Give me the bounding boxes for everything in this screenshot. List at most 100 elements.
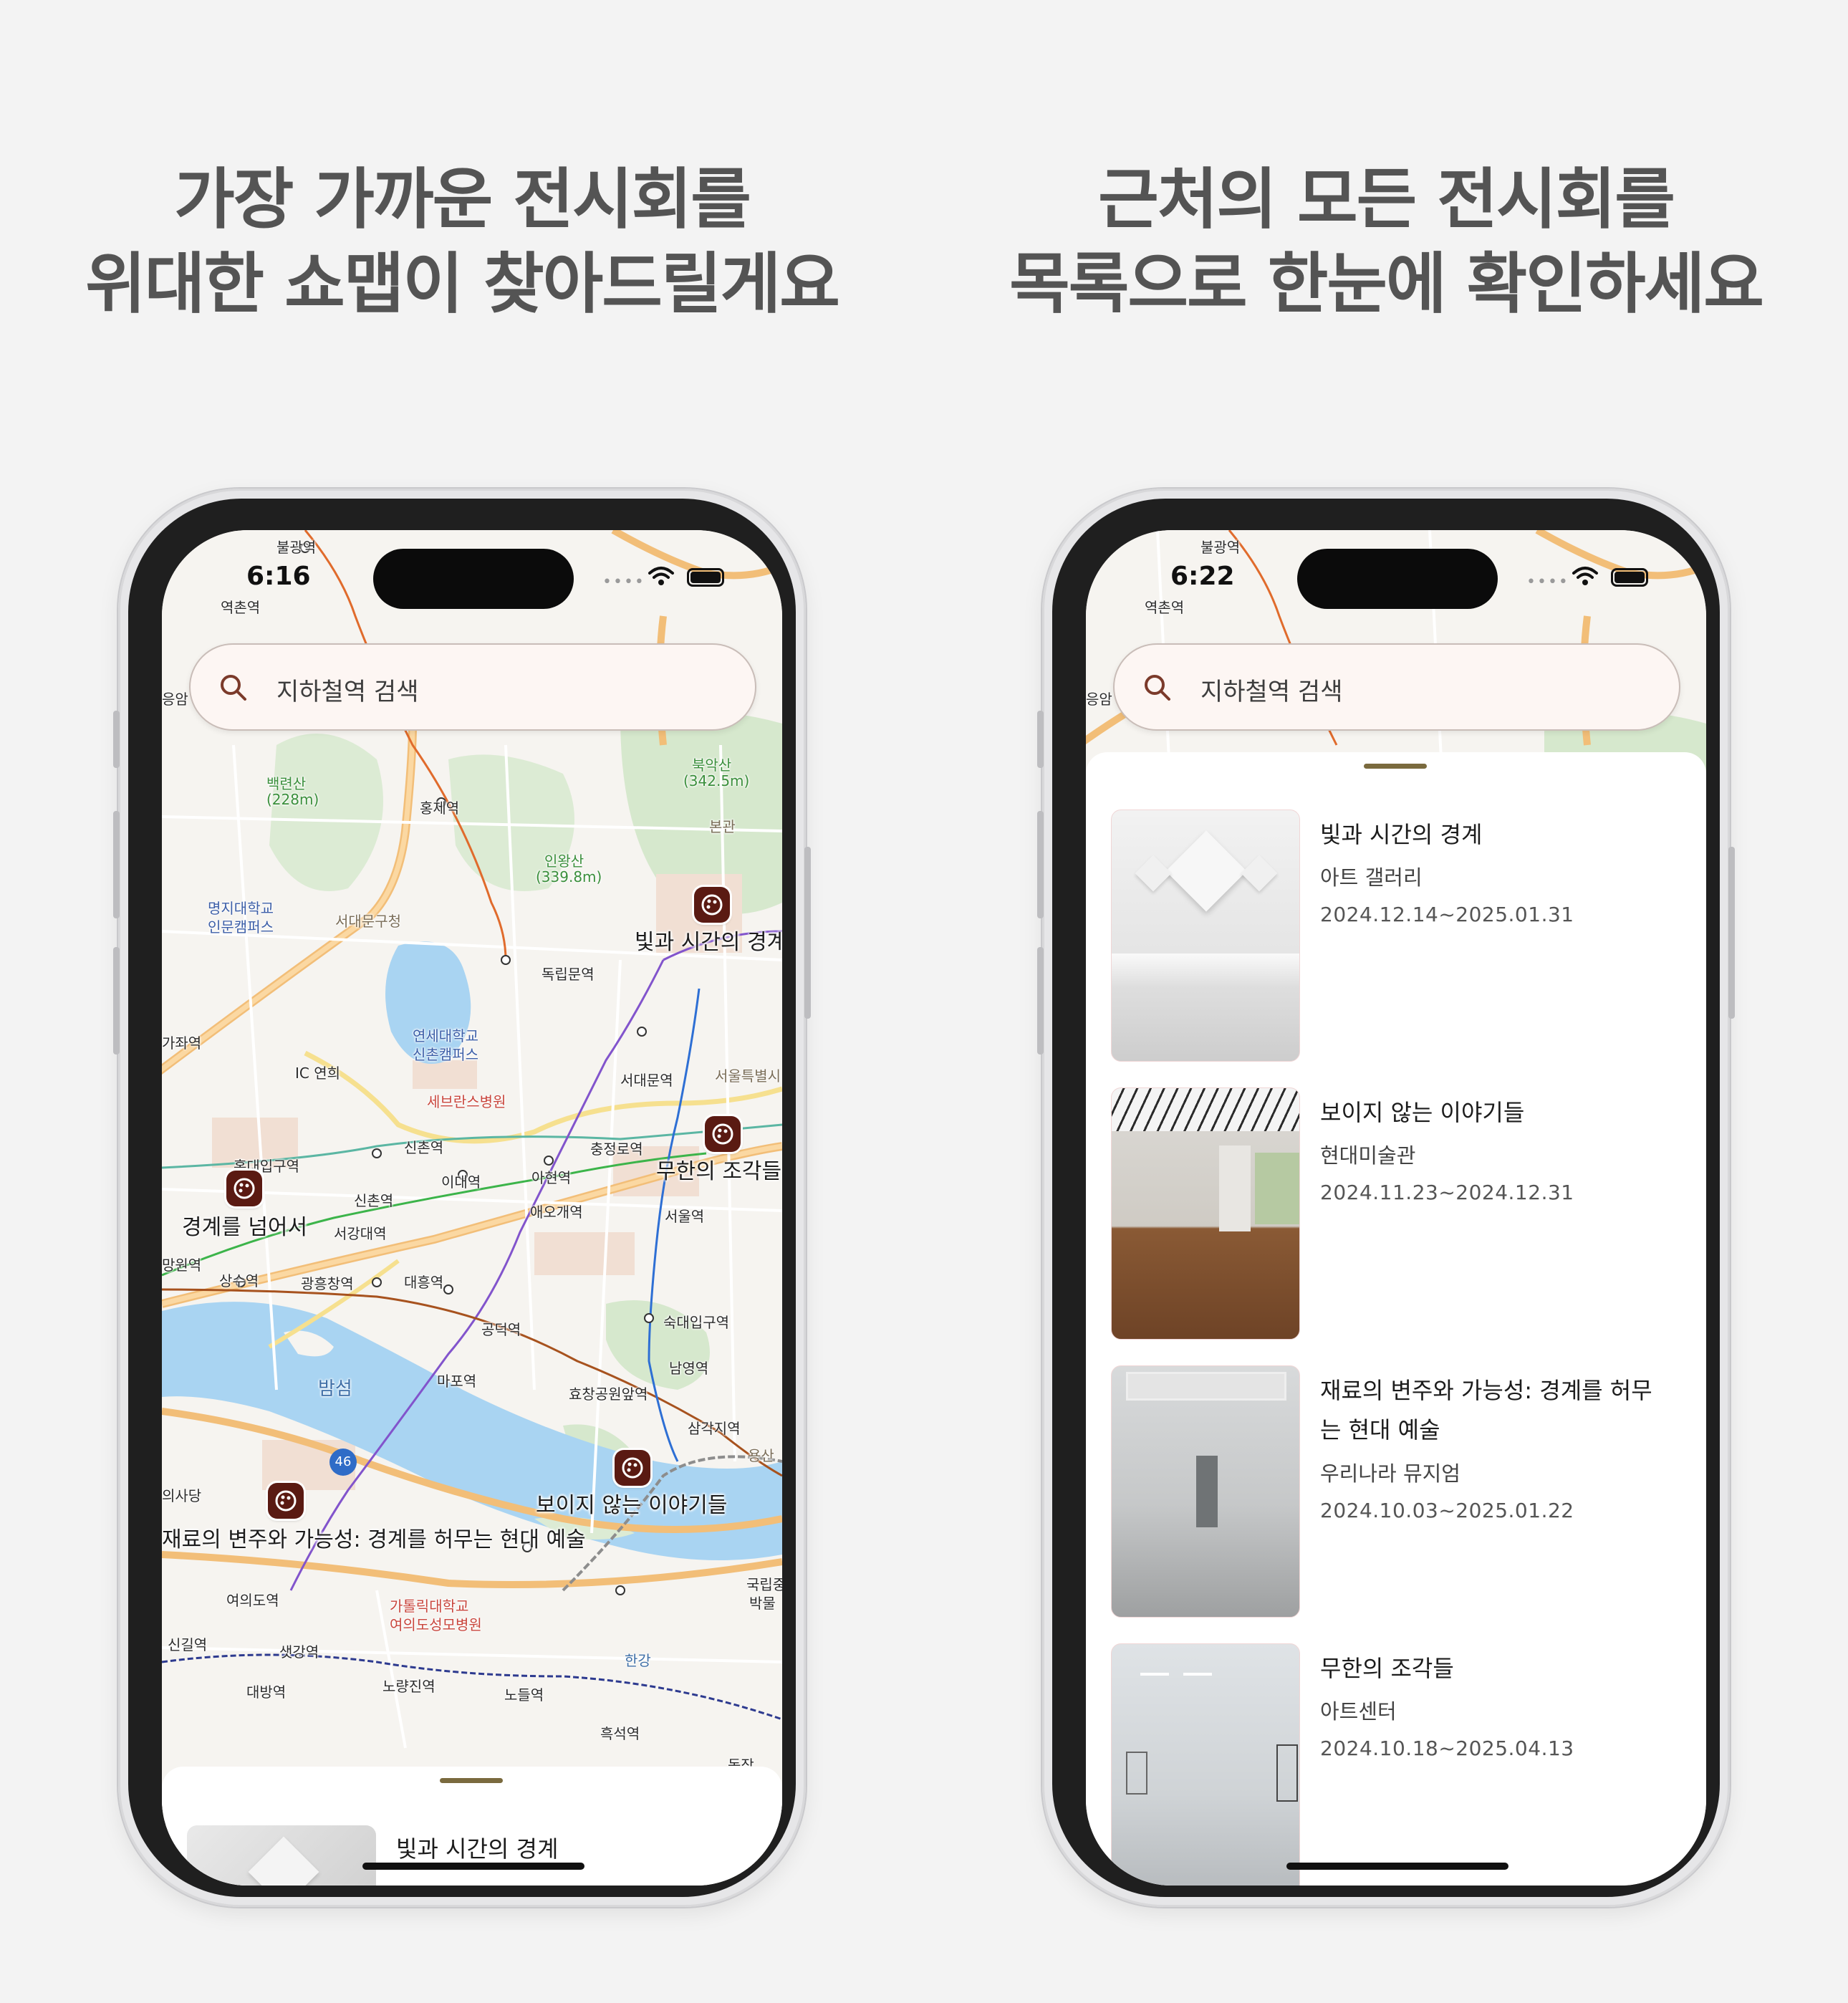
exhibition-marker-label-4[interactable]: 보이지 않는 이야기들 bbox=[536, 1487, 727, 1519]
map-label-baengnyeonsan-height: (228m) bbox=[266, 791, 319, 808]
map-label-eungam: 응암 bbox=[162, 691, 188, 708]
map-label-gajwa: 가좌역 bbox=[162, 1034, 202, 1052]
map-label-yonsei: 연세대학교 bbox=[413, 1027, 478, 1044]
map-label-bulgwang: 불광역 bbox=[1200, 539, 1241, 556]
map-label-hyochang: 효창공원앞역 bbox=[569, 1385, 648, 1403]
map-label-ic: IC 연희 bbox=[295, 1065, 341, 1082]
phone-bezel: 불광역 역촌역 응암 백련산 (228m) 홍제역 인왕산 (339.8m) 북… bbox=[128, 499, 796, 1897]
exhibition-marker-label-5[interactable]: 재료의 변주와 가능성: 경계를 허무는 현대 예술 bbox=[162, 1522, 586, 1553]
exhibition-title[interactable]: 보이지 않는 이야기들 bbox=[1320, 1093, 1671, 1133]
signal-icon: •••• bbox=[602, 573, 645, 591]
exhibition-title[interactable]: 빛과 시간의 경계 bbox=[1320, 815, 1671, 855]
exhibition-thumbnail[interactable] bbox=[1111, 1643, 1300, 1886]
exhibition-marker-label-2[interactable]: 무한의 조각들 bbox=[656, 1153, 781, 1185]
map-label-yeokchon: 역촌역 bbox=[1145, 599, 1185, 616]
map-label-bulgwang: 불광역 bbox=[276, 539, 317, 556]
exhibition-card[interactable]: 보이지 않는 이야기들 현대미술관 2024.11.23~2024.12.31 bbox=[1111, 1087, 1670, 1340]
map-label-gongdeok: 공덕역 bbox=[481, 1321, 521, 1338]
volume-up-button bbox=[1037, 811, 1044, 918]
search-icon bbox=[1145, 675, 1170, 701]
exhibition-thumbnail[interactable] bbox=[187, 1825, 376, 1886]
exhibition-card[interactable]: 무한의 조각들 아트센터 2024.10.18~2025.04.13 bbox=[1111, 1643, 1670, 1886]
volume-down-button bbox=[113, 947, 120, 1055]
exhibition-marker-5[interactable] bbox=[268, 1483, 304, 1519]
exhibition-thumbnail[interactable] bbox=[1111, 1087, 1300, 1340]
exhibition-title[interactable]: 재료의 변주와 가능성: 경계를 허무는 현대 예술 bbox=[1320, 1371, 1671, 1450]
map-label-yeokchon: 역촌역 bbox=[221, 599, 261, 616]
phone-bezel: 불광역 역촌역 응암 6:22 •••• 지하철역 검색 빛과 시간의 경계 아… bbox=[1052, 499, 1720, 1897]
map-label-nodeul: 노들역 bbox=[504, 1686, 544, 1704]
map-label-seogang: 서강대역 bbox=[334, 1225, 387, 1242]
map-label-baengnyeonsan: 백련산 bbox=[266, 775, 307, 792]
dynamic-island bbox=[373, 549, 574, 609]
map-label-singil: 신길역 bbox=[168, 1636, 208, 1653]
phone-frame-right: 불광역 역촌역 응암 6:22 •••• 지하철역 검색 빛과 시간의 경계 아… bbox=[1037, 489, 1735, 1907]
map-label-catholic: 가톨릭대학교 bbox=[390, 1598, 469, 1615]
battery-icon bbox=[687, 568, 724, 587]
map-label-bugaksan-height: (342.5m) bbox=[683, 772, 750, 789]
exhibition-card[interactable]: 빛과 시간의 경계 아트 갤러리 2024.12.14~2025.01.31 bbox=[1111, 810, 1670, 1062]
search-input[interactable]: 지하철역 검색 bbox=[1200, 672, 1343, 707]
sheet-drag-handle[interactable] bbox=[1364, 764, 1427, 769]
map-label-seodaemun: 서대문역 bbox=[620, 1072, 673, 1089]
exhibition-venue: 아트센터 bbox=[1320, 1699, 1397, 1724]
map-label-national-museum: 국립중 bbox=[746, 1576, 782, 1593]
map-label-seoul: 서울역 bbox=[665, 1208, 705, 1225]
exhibition-title[interactable]: 빛과 시간의 경계 bbox=[396, 1831, 558, 1864]
map-label-myongji: 명지대학교 bbox=[208, 900, 274, 917]
volume-up-button bbox=[113, 811, 120, 918]
map-label-severance: 세브란스병원 bbox=[427, 1093, 506, 1110]
search-input[interactable]: 지하철역 검색 bbox=[276, 672, 419, 707]
wifi-icon bbox=[1572, 567, 1598, 585]
map-label-seoulcity: 서울특별시 bbox=[715, 1067, 781, 1085]
map-label-hongje: 홍제역 bbox=[420, 799, 460, 817]
phone-frame-left: 불광역 역촌역 응암 백련산 (228m) 홍제역 인왕산 (339.8m) 북… bbox=[113, 489, 811, 1907]
signal-icon: •••• bbox=[1526, 573, 1569, 591]
exhibition-marker-label-1[interactable]: 빛과 시간의 경계 bbox=[635, 924, 782, 956]
exhibition-marker-2[interactable] bbox=[705, 1116, 741, 1152]
exhibition-thumbnail[interactable] bbox=[1111, 1365, 1300, 1618]
wifi-icon bbox=[648, 567, 674, 585]
exhibition-title[interactable]: 무한의 조각들 bbox=[1320, 1649, 1671, 1689]
map-label-chungjeongno: 충정로역 bbox=[590, 1140, 643, 1158]
search-bar[interactable]: 지하철역 검색 bbox=[189, 643, 756, 731]
dynamic-island bbox=[1297, 549, 1498, 609]
exhibition-card[interactable]: 재료의 변주와 가능성: 경계를 허무는 현대 예술 우리나라 뮤지엄 2024… bbox=[1111, 1365, 1670, 1618]
exhibition-thumbnail[interactable] bbox=[1111, 810, 1300, 1062]
exhibition-marker-4[interactable] bbox=[615, 1450, 650, 1486]
map-label-sookdae: 숙대입구역 bbox=[663, 1314, 729, 1331]
map-label-sangsu: 상수역 bbox=[219, 1272, 259, 1289]
exhibition-dates: 2024.10.18~2025.04.13 bbox=[1320, 1737, 1574, 1760]
map-label-yongsan: 용산 bbox=[748, 1447, 774, 1464]
search-bar[interactable]: 지하철역 검색 bbox=[1113, 643, 1680, 731]
exhibition-marker-1[interactable] bbox=[694, 887, 730, 923]
map-label-ahyeon: 아현역 bbox=[531, 1169, 572, 1186]
map-label-sinchon-2: 신촌역 bbox=[354, 1192, 394, 1209]
map-label-eungam: 응암 bbox=[1086, 691, 1112, 708]
screen-left: 불광역 역촌역 응암 백련산 (228m) 홍제역 인왕산 (339.8m) 북… bbox=[162, 530, 782, 1886]
sheet-drag-handle[interactable] bbox=[440, 1778, 503, 1783]
map-label-route-46: 46 bbox=[329, 1449, 357, 1476]
map-label-mapo: 마포역 bbox=[437, 1373, 477, 1390]
map-label-yeouido: 여의도역 bbox=[226, 1592, 279, 1609]
map-label-daebang: 대방역 bbox=[246, 1683, 287, 1701]
map-label-aeogae: 애오개역 bbox=[530, 1204, 583, 1221]
exhibition-marker-3[interactable] bbox=[226, 1171, 262, 1206]
map-label-national-museum-2: 박물 bbox=[749, 1595, 776, 1612]
exhibition-dates: 2024.10.03~2025.01.22 bbox=[1320, 1499, 1574, 1522]
map-label-catholic-hospital: 여의도성모병원 bbox=[390, 1616, 482, 1633]
status-time: 6:22 bbox=[1170, 562, 1235, 591]
home-indicator[interactable] bbox=[362, 1863, 584, 1870]
exhibition-list-sheet[interactable]: 빛과 시간의 경계 아트 갤러리 2024.12.14~2025.01.31 보… bbox=[1086, 752, 1706, 1886]
volume-down-button bbox=[1037, 947, 1044, 1055]
home-indicator[interactable] bbox=[1286, 1863, 1508, 1870]
map-label-inwangsan: 인왕산 bbox=[544, 852, 584, 870]
exhibition-marker-label-3[interactable]: 경계를 넘어서 bbox=[182, 1209, 307, 1241]
map-label-hangang: 한강 bbox=[625, 1652, 651, 1669]
mute-switch bbox=[113, 711, 120, 768]
map-label-myongji-campus: 인문캠퍼스 bbox=[208, 918, 274, 936]
map-label-dongnimmun: 독립문역 bbox=[542, 966, 595, 983]
left-heading: 가장 가까운 전시회를 위대한 쇼맵이 찾아드릴게요 bbox=[39, 158, 885, 327]
palette-icon bbox=[622, 1457, 643, 1479]
map-label-namyeong: 남영역 bbox=[669, 1360, 709, 1377]
